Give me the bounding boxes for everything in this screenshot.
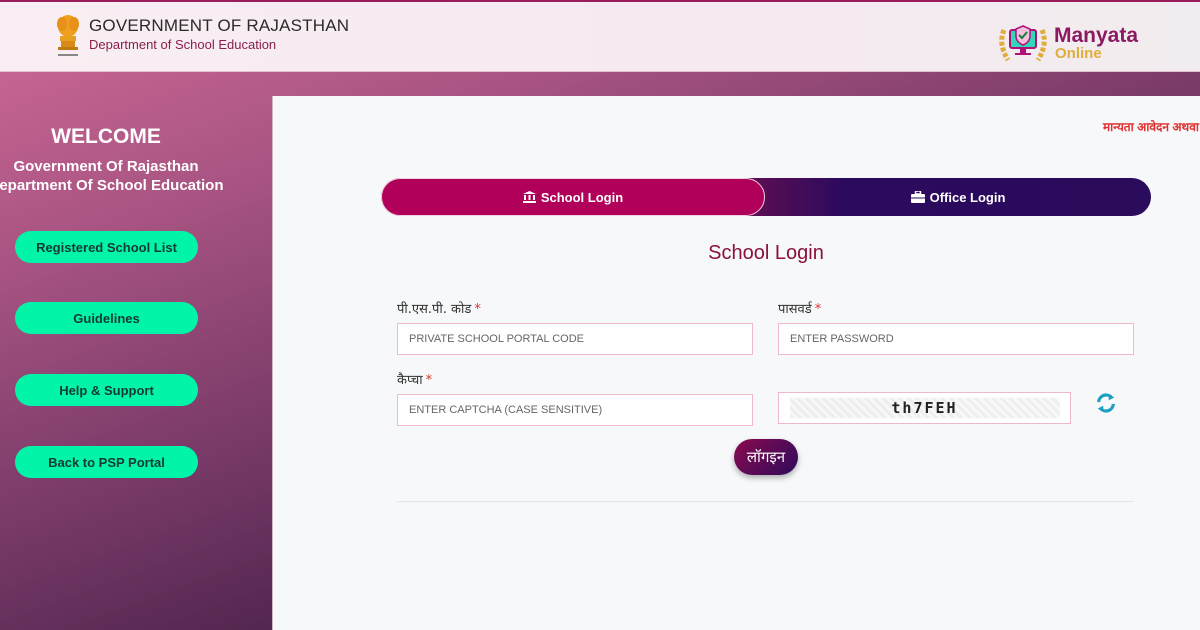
welcome-subtitle: Government Of Rajasthan Department Of Sc… — [0, 157, 242, 195]
psp-code-label-text: पी.एस.पी. कोड — [397, 302, 472, 317]
tab-office-login[interactable]: Office Login — [765, 178, 1151, 216]
help-support-button[interactable]: Help & Support — [15, 374, 198, 406]
login-tabs: School Login Office Login — [381, 178, 1151, 216]
announcement-marquee[interactable]: मान्यता आवेदन अथवा — [1103, 118, 1199, 135]
captcha-label: कैप्चा * — [397, 370, 432, 388]
tab-office-login-label: Office Login — [929, 189, 1006, 205]
back-to-psp-portal-button[interactable]: Back to PSP Portal — [15, 446, 198, 478]
psp-code-label: पी.एस.पी. कोड * — [397, 299, 481, 317]
password-input[interactable] — [778, 323, 1134, 355]
department-subtitle: Department of School Education — [89, 37, 277, 52]
main-panel: मान्यता आवेदन अथवा School Login Office L… — [272, 96, 1200, 630]
sidebar: WELCOME Government Of Rajasthan Departme… — [0, 73, 272, 630]
welcome-heading: WELCOME — [51, 125, 161, 148]
refresh-icon[interactable] — [1095, 392, 1117, 414]
captcha-image-box: th7FEH — [778, 392, 1071, 424]
password-label-text: पासवर्ड — [778, 302, 812, 317]
psp-code-input[interactable] — [397, 323, 753, 355]
government-title: GOVERNMENT OF RAJASTHAN — [89, 16, 350, 35]
welcome-line-2: Department Of School Education — [0, 177, 224, 194]
briefcase-icon — [910, 191, 925, 203]
guidelines-button[interactable]: Guidelines — [15, 302, 198, 334]
tab-school-login[interactable]: School Login — [381, 178, 765, 216]
certified-monitor-laurel-icon — [999, 25, 1047, 62]
bank-icon — [522, 191, 536, 203]
national-emblem-icon — [57, 15, 79, 56]
form-divider — [397, 501, 1134, 502]
welcome-line-1: Government Of Rajasthan — [13, 158, 199, 175]
login-button[interactable]: लॉगइन — [734, 439, 798, 475]
captcha-input[interactable] — [397, 394, 753, 426]
captcha-image: th7FEH — [789, 398, 1060, 418]
password-label: पासवर्ड * — [778, 299, 821, 317]
form-title: School Login — [708, 242, 824, 264]
tab-school-login-label: School Login — [540, 189, 624, 205]
required-marker: * — [814, 302, 822, 317]
captcha-label-text: कैप्चा — [397, 373, 423, 388]
header: GOVERNMENT OF RAJASTHAN Department of Sc… — [0, 2, 1200, 72]
brand-subname: Online — [1055, 45, 1102, 62]
manyata-online-logo[interactable]: Manyata Online — [996, 20, 1156, 66]
required-marker: * — [425, 373, 433, 388]
required-marker: * — [474, 302, 481, 317]
registered-school-list-button[interactable]: Registered School List — [15, 231, 198, 263]
